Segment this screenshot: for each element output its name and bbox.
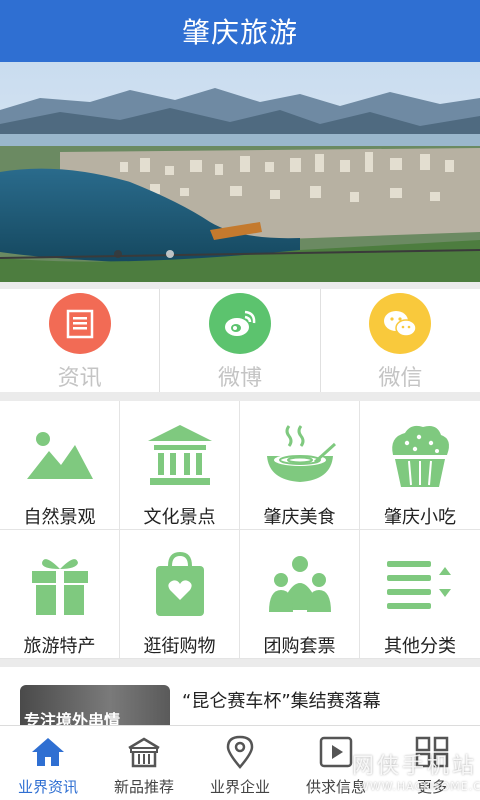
location-pin-icon (220, 734, 260, 770)
category-label: 肇庆小吃 (384, 507, 456, 528)
sort-list-icon (380, 548, 460, 620)
tab-label: 业界企业 (209, 778, 270, 796)
tab-label: 新品推荐 (113, 778, 174, 796)
app-screen: 肇庆旅游 资讯 微博 微信 自然景观 文化景点 肇庆美食 肇庆小吃 旅游特产 逛… (0, 0, 480, 800)
category-label: 团购套票 (263, 636, 336, 657)
wechat-icon (369, 293, 432, 354)
tab-label: 业界资讯 (17, 778, 78, 796)
bottom-tab-bar: 业界资讯 新品推荐 业界企业 供求信息 更多 (0, 725, 480, 800)
category-label: 旅游特产 (23, 636, 96, 657)
category-other[interactable]: 其他分类 (360, 530, 480, 659)
carousel-indicator (114, 250, 174, 258)
news-item[interactable]: 专注境外串情 “昆仑赛车杯”集结赛落幕 (0, 667, 480, 727)
news-icon (48, 293, 111, 354)
category-specialties[interactable]: 旅游特产 (0, 530, 120, 659)
social-links: 资讯 微博 微信 (0, 289, 480, 392)
group-icon (260, 548, 340, 620)
tab-more[interactable]: 更多 (384, 726, 480, 800)
carousel-dot-active[interactable] (114, 250, 122, 258)
category-shopping[interactable]: 逛街购物 (120, 530, 240, 659)
category-group-tickets[interactable]: 团购套票 (240, 530, 360, 659)
banner-carousel[interactable] (0, 62, 480, 282)
tab-label: 供求信息 (305, 778, 366, 796)
weibo-icon (208, 293, 271, 354)
category-local-food[interactable]: 肇庆美食 (240, 401, 360, 530)
news-thumbnail: 专注境外串情 (20, 685, 170, 727)
gift-icon (20, 548, 100, 620)
category-label: 其他分类 (384, 636, 456, 657)
category-label: 逛街购物 (143, 636, 216, 657)
home-icon (28, 734, 68, 770)
social-item-wechat[interactable]: 微信 (321, 289, 480, 392)
noodle-bowl-icon (260, 419, 340, 491)
grid-icon (412, 734, 452, 770)
category-cultural-sites[interactable]: 文化景点 (120, 401, 240, 530)
news-thumbnail-text: 专注境外串情 (24, 711, 121, 727)
tab-industry-news[interactable]: 业界资讯 (0, 726, 96, 800)
carousel-dot[interactable] (166, 250, 174, 258)
play-icon (316, 734, 356, 770)
social-label: 资讯 (57, 366, 102, 391)
category-label: 自然景观 (23, 507, 96, 528)
shopping-bag-icon (140, 548, 220, 620)
shop-icon (124, 734, 164, 770)
temple-icon (140, 419, 220, 491)
banner-image (0, 62, 480, 282)
page-title: 肇庆旅游 (181, 16, 298, 49)
category-grid: 自然景观 文化景点 肇庆美食 肇庆小吃 旅游特产 逛街购物 团购套票 其他分类 (0, 401, 480, 659)
tab-supply-demand[interactable]: 供求信息 (288, 726, 384, 800)
tab-label: 更多 (416, 778, 447, 796)
category-label: 肇庆美食 (263, 507, 336, 528)
category-natural-scenery[interactable]: 自然景观 (0, 401, 120, 530)
tab-new-products[interactable]: 新品推荐 (96, 726, 192, 800)
social-item-weibo[interactable]: 微博 (160, 289, 321, 392)
social-label: 微信 (378, 366, 423, 391)
category-local-snacks[interactable]: 肇庆小吃 (360, 401, 480, 530)
tab-companies[interactable]: 业界企业 (192, 726, 288, 800)
category-label: 文化景点 (143, 507, 216, 528)
landscape-icon (20, 419, 100, 491)
news-title: “昆仑赛车杯”集结赛落幕 (182, 691, 381, 712)
cupcake-icon (380, 419, 460, 491)
social-label: 微博 (217, 366, 262, 391)
app-header: 肇庆旅游 (0, 0, 480, 62)
social-item-news[interactable]: 资讯 (0, 289, 161, 392)
